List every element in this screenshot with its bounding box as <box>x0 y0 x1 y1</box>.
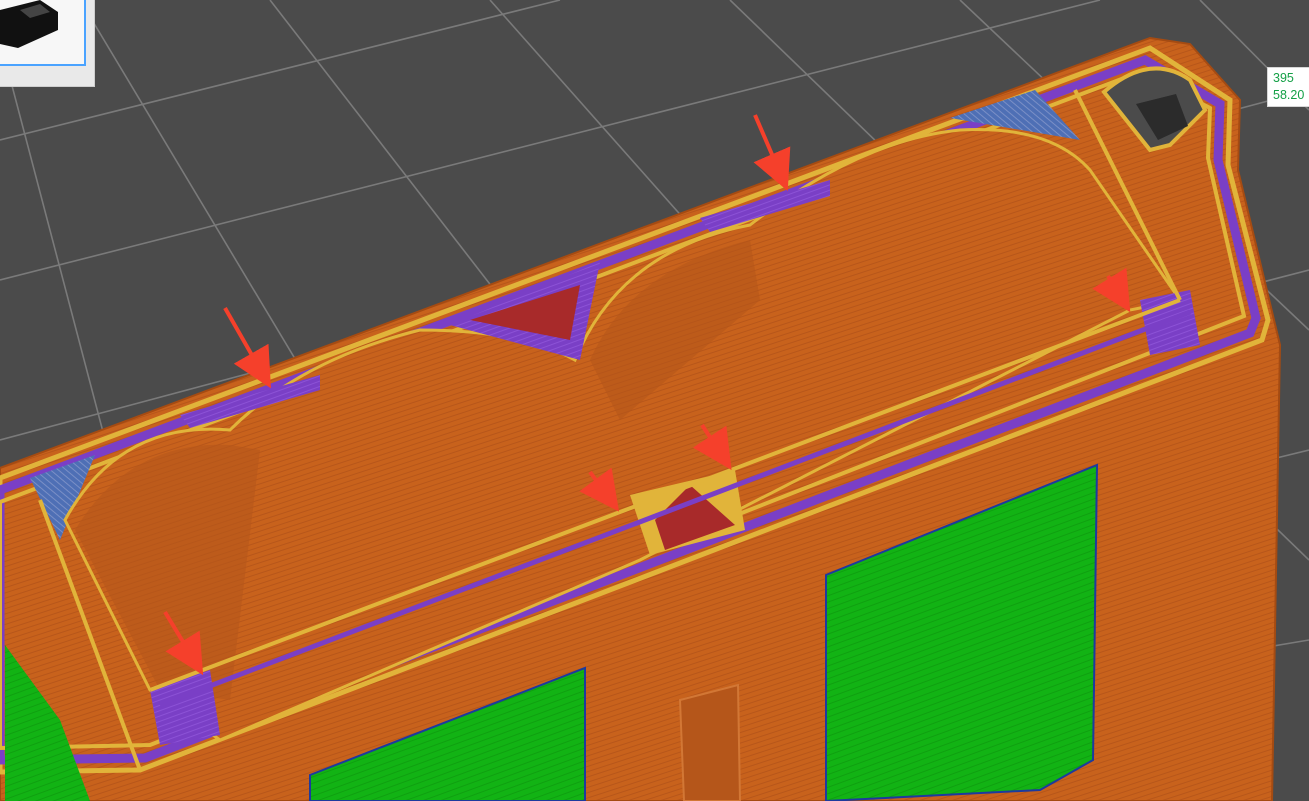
readout-line-2: 58.20 <box>1273 88 1305 102</box>
model-thumbnail[interactable] <box>0 0 95 87</box>
model-thumbnail-icon <box>0 0 58 48</box>
3d-viewport[interactable] <box>0 0 1309 801</box>
sliced-model <box>0 36 1282 801</box>
readout-line-1: 395 <box>1273 71 1294 85</box>
coordinate-readout: 395 58.20 <box>1267 67 1309 107</box>
